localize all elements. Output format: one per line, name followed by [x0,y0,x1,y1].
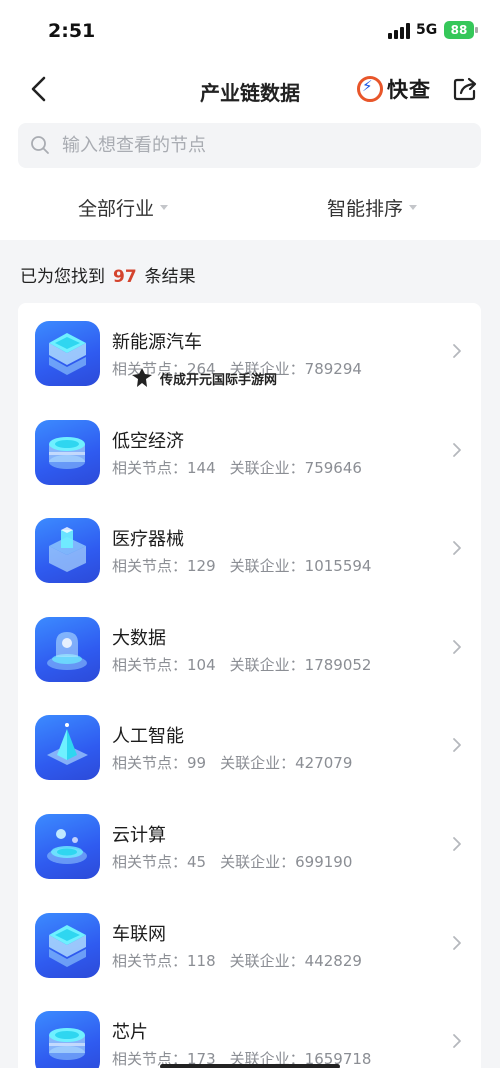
industry-filter-label: 全部行业 [78,198,155,220]
industry-item[interactable]: 云计算相关节点：45 关联企业：699190 [18,796,481,895]
watermark-text: 传成开元国际手游网 [160,372,278,388]
result-summary: 已为您找到 97 条结果 [20,262,196,287]
status-time: 2:51 [48,20,96,42]
companies-label: 关联企业： [229,951,305,970]
filter-bar: 全部行业 智能排序 [0,174,500,240]
chevron-right-icon [453,639,461,654]
share-icon[interactable] [452,76,478,102]
industry-title: 云计算 [112,825,166,846]
industry-title: 人工智能 [112,726,184,748]
industry-item[interactable]: 芯片 相关节点：173 关联企业：1659718 [18,993,481,1068]
companies-count: 699190 [295,853,353,871]
industry-filter[interactable]: 全部行业 [78,194,169,221]
companies-label: 关联企业： [220,853,296,871]
network-type: 5G [416,22,438,38]
server-stack-icon [35,321,100,386]
sort-filter-label: 智能排序 [327,198,404,220]
nodes-label: 相关节点： [112,458,188,477]
industry-meta: 相关节点：45 关联企业：699190 [112,851,352,872]
battery-icon: 88 [444,21,478,39]
nodes-count: 129 [187,557,216,576]
companies-count: 789294 [304,360,362,378]
home-indicator [160,1064,340,1068]
industry-item[interactable]: 车联网相关节点：118 关联企业：442829 [18,895,481,994]
companies-count: 759646 [304,458,362,477]
companies-label: 关联企业： [229,655,305,674]
box-cube-icon [35,518,100,584]
logo-text: 快查 [387,78,431,102]
cloud-platform-icon [35,814,100,879]
pyramid-icon [35,715,100,781]
nodes-label: 相关节点： [112,557,188,576]
industry-title: 大数据 [112,627,166,649]
nodes-count: 104 [187,655,216,674]
industry-meta: 相关节点：129 关联企业：1015594 [112,555,371,576]
chevron-right-icon [453,837,461,851]
chevron-right-icon [453,442,461,457]
database-disc-icon [35,419,100,485]
database-disc-icon [35,1011,100,1068]
nodes-label: 相关节点： [112,655,188,674]
industry-title: 新能源汽车 [112,332,202,353]
industry-item[interactable]: 大数据相关节点：104 关联企业：1789052 [18,599,481,698]
nodes-label: 相关节点： [112,754,188,773]
caret-down-icon [409,205,418,210]
companies-count: 442829 [304,951,362,970]
search-section [0,118,500,174]
nodes-label: 相关节点： [112,951,188,970]
industry-list: 新能源汽车 相关节点：264 关联企业：789294 低空经济 相关节点：144 关联企业… [18,303,481,1068]
search-bar[interactable] [18,123,481,168]
result-suffix: 条结果 [144,267,196,287]
companies-label: 关联企业： [229,458,305,477]
companies-count: 427079 [295,754,353,773]
industry-item[interactable]: 医疗器械相关节点：129 关联企业：1015594 [18,500,481,599]
result-count: 97 [113,267,137,287]
industry-item[interactable]: 低空经济相关节点：144 关联企业：759646 [18,402,481,501]
search-icon [31,136,49,154]
companies-count: 1789052 [304,655,372,674]
nodes-count: 99 [187,754,207,773]
signal-icon [388,23,412,39]
result-prefix: 已为您找到 [20,267,105,287]
industry-meta: 相关节点：104 关联企业：1789052 [112,654,371,675]
status-bar: 2:51 5G 88 [0,0,500,60]
nodes-count: 144 [187,458,216,477]
industry-meta: 相关节点：144 关联企业：759646 [112,457,362,478]
nodes-count: 45 [187,853,207,871]
nodes-label: 相关节点： [112,853,188,871]
nodes-count: 118 [187,951,216,970]
industry-title: 芯片 [112,1022,148,1044]
watermark: 传成开元国际手游网 [130,366,277,390]
chevron-right-icon [453,738,461,753]
industry-item[interactable]: 人工智能相关节点：99 关联企业：427079 [18,697,481,796]
chevron-right-icon [453,541,461,556]
nav-bar: 产业链数据 快查 [0,60,500,118]
chevron-right-icon [453,1034,461,1049]
app-logo: 快查 [357,74,431,104]
industry-title: 低空经济 [112,430,184,452]
chevron-right-icon [453,935,461,950]
companies-label: 关联企业： [220,754,296,773]
search-input[interactable] [62,123,462,168]
logo-bolt-icon [357,76,383,102]
industry-title: 车联网 [112,923,166,945]
companies-count: 1015594 [304,557,372,576]
companies-label: 关联企业： [229,557,305,576]
industry-meta: 相关节点：99 关联企业：427079 [112,752,352,773]
puzzle-logo-icon [132,368,152,387]
industry-meta: 相关节点：118 关联企业：442829 [112,950,362,971]
industry-title: 医疗器械 [112,529,184,551]
dome-icon [35,616,100,682]
caret-down-icon [160,205,169,210]
sort-filter[interactable]: 智能排序 [327,194,418,221]
chevron-right-icon [453,344,461,358]
server-stack-icon [35,912,100,978]
